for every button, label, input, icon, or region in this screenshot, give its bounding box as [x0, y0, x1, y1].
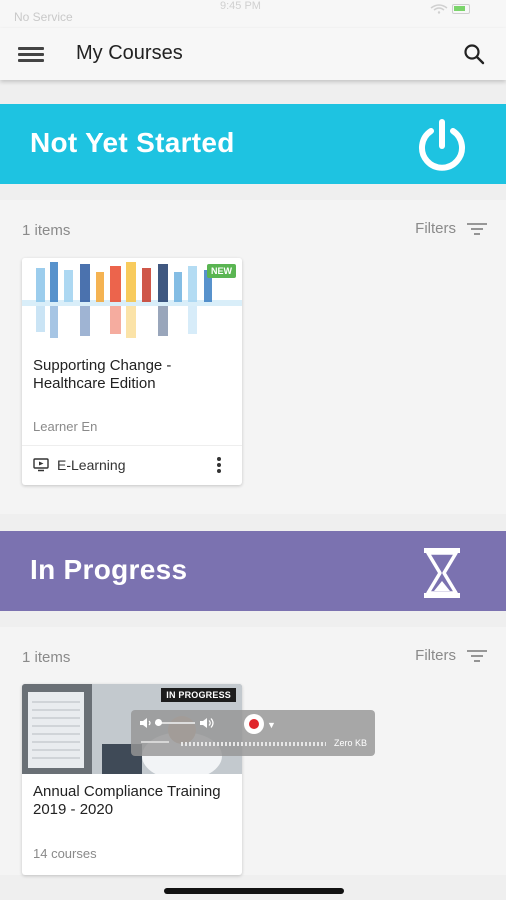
- items-count: 1 items: [22, 222, 71, 239]
- record-button[interactable]: [244, 714, 264, 734]
- in-progress-badge: IN PROGRESS: [161, 688, 236, 702]
- filters-button[interactable]: Filters: [415, 647, 488, 664]
- recording-timer-bar: [141, 741, 169, 743]
- status-bar: No Service 9:45 PM: [0, 0, 506, 28]
- volume-slider[interactable]: [155, 719, 195, 726]
- filter-icon: [467, 222, 487, 235]
- page-title: My Courses: [76, 42, 183, 64]
- course-name: Supporting Change - Healthcare Edition: [33, 357, 172, 392]
- screen-recorder-overlay: ▼ Zero KB: [131, 710, 375, 756]
- course-name: Annual Compliance Training 2019 - 2020: [33, 783, 221, 818]
- chevron-down-icon[interactable]: ▼: [267, 720, 276, 730]
- wifi-icon: [430, 4, 448, 14]
- power-icon: [419, 119, 465, 171]
- section-banner-not-yet-started: Not Yet Started: [0, 104, 506, 184]
- course-type-label: E-Learning: [57, 457, 126, 473]
- monitor-play-icon: [33, 458, 49, 472]
- volume-low-icon[interactable]: [139, 717, 153, 729]
- filters-label: Filters: [415, 647, 456, 664]
- course-subtitle: Learner En: [33, 419, 98, 434]
- section-title: Not Yet Started: [30, 127, 235, 158]
- section-banner-in-progress: In Progress: [0, 531, 506, 611]
- recording-size-label: Zero KB: [333, 738, 367, 748]
- items-count: 1 items: [22, 649, 71, 666]
- search-icon[interactable]: [462, 42, 486, 66]
- home-indicator[interactable]: [164, 888, 344, 894]
- section-panel-not-yet-started: 1 items Filters NEW Supporting Change - …: [0, 200, 506, 514]
- carrier-label: No Service: [14, 10, 73, 24]
- hamburger-menu-icon[interactable]: [18, 44, 44, 64]
- course-card-footer: E-Learning: [22, 445, 242, 485]
- new-badge: NEW: [207, 264, 236, 278]
- filters-label: Filters: [415, 220, 456, 237]
- app-header: My Courses: [0, 28, 506, 80]
- status-time: 9:45 PM: [220, 0, 261, 12]
- hourglass-icon: [424, 548, 460, 598]
- course-card[interactable]: NEW Supporting Change - Healthcare Editi…: [22, 258, 242, 485]
- filter-icon: [467, 649, 487, 662]
- volume-high-icon[interactable]: [199, 716, 215, 730]
- more-options-icon[interactable]: [216, 457, 222, 475]
- section-title: In Progress: [30, 554, 188, 585]
- battery-icon: [452, 4, 470, 14]
- course-subtitle: 14 courses: [33, 846, 97, 861]
- filters-button[interactable]: Filters: [415, 220, 488, 237]
- audio-level-meter: [181, 742, 326, 746]
